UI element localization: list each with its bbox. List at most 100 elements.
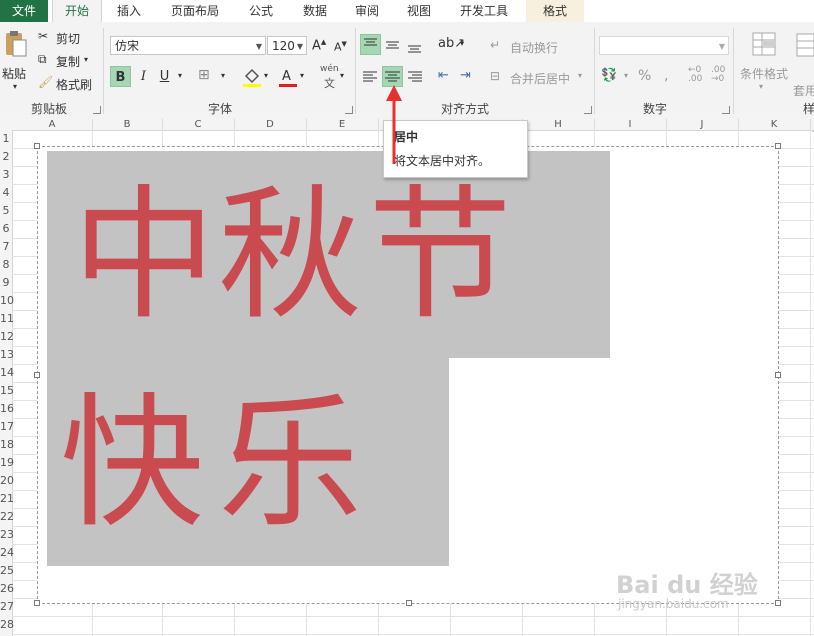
row-header[interactable]: 13: [0, 346, 14, 364]
tab-file[interactable]: 文件: [0, 0, 48, 22]
decrease-font-icon[interactable]: A▼: [334, 40, 347, 54]
column-header-h[interactable]: H: [522, 119, 595, 130]
decrease-decimal-icon[interactable]: .00 →0: [711, 66, 725, 84]
merge-center-button[interactable]: 合并后居中: [510, 70, 570, 87]
conditional-format-button[interactable]: 条件格式: [740, 65, 788, 82]
conditional-format-icon[interactable]: [750, 30, 778, 58]
row-header[interactable]: 15: [0, 382, 14, 400]
resize-handle[interactable]: [34, 372, 40, 378]
format-painter-icon[interactable]: 🖌: [38, 75, 53, 89]
cut-icon[interactable]: ✂: [38, 29, 48, 43]
table-format-icon[interactable]: [795, 32, 814, 58]
phonetic-icon[interactable]: wén: [320, 64, 339, 74]
cut-button[interactable]: 剪切: [56, 30, 80, 47]
align-left-button[interactable]: [360, 66, 381, 87]
table-format-button[interactable]: 套用表格格式: [793, 82, 814, 99]
font-launcher-icon[interactable]: [345, 106, 353, 114]
resize-handle[interactable]: [34, 143, 40, 149]
row-header[interactable]: 9: [0, 274, 12, 292]
row-header[interactable]: 2: [0, 148, 12, 166]
row-header[interactable]: 20: [0, 472, 14, 490]
tab-review[interactable]: 审阅: [342, 0, 392, 22]
row-header[interactable]: 8: [0, 256, 12, 274]
column-header-e[interactable]: E: [306, 119, 379, 130]
row-header[interactable]: 22: [0, 508, 14, 526]
font-color-icon[interactable]: A: [278, 66, 298, 88]
row-header[interactable]: 7: [0, 238, 12, 256]
accounting-dropdown-icon[interactable]: ▾: [624, 71, 628, 80]
row-header[interactable]: 27: [0, 598, 14, 616]
row-header[interactable]: 18: [0, 436, 14, 454]
row-header[interactable]: 4: [0, 184, 12, 202]
row-header[interactable]: 25: [0, 562, 14, 580]
underline-button[interactable]: U: [154, 66, 175, 87]
paste-icon[interactable]: [3, 30, 27, 58]
row-header[interactable]: 16: [0, 400, 14, 418]
row-header[interactable]: 28: [0, 616, 14, 634]
resize-handle[interactable]: [775, 372, 781, 378]
fill-color-icon[interactable]: [242, 66, 262, 88]
paste-button[interactable]: 粘贴: [2, 65, 26, 82]
resize-handle[interactable]: [775, 143, 781, 149]
column-header-k[interactable]: K: [738, 119, 811, 130]
fill-color-dropdown-icon[interactable]: ▾: [264, 71, 268, 80]
format-painter-button[interactable]: 格式刷: [56, 76, 92, 93]
middle-align-button[interactable]: [382, 34, 403, 55]
orientation-dropdown-icon[interactable]: ▾: [460, 39, 464, 48]
percent-button[interactable]: %: [638, 68, 651, 84]
selected-picture[interactable]: 中 秋 节 快 乐: [34, 143, 781, 606]
column-header-a[interactable]: A: [12, 119, 93, 130]
row-header[interactable]: 12: [0, 328, 14, 346]
row-header[interactable]: 5: [0, 202, 12, 220]
copy-dropdown-icon[interactable]: ▾: [84, 55, 88, 64]
tab-data[interactable]: 数据: [290, 0, 340, 22]
column-header-j[interactable]: J: [666, 119, 739, 130]
font-size-combo[interactable]: 120 ▼: [267, 36, 307, 55]
row-header[interactable]: 17: [0, 418, 14, 436]
border-icon[interactable]: ⊞: [198, 67, 210, 83]
increase-indent-icon[interactable]: ⇥: [460, 68, 471, 83]
resize-handle[interactable]: [775, 600, 781, 606]
underline-dropdown-icon[interactable]: ▾: [178, 71, 182, 80]
column-header-c[interactable]: C: [162, 119, 235, 130]
wrap-text-button[interactable]: 自动换行: [510, 39, 558, 56]
conditional-dropdown-icon[interactable]: ▾: [759, 82, 763, 91]
number-format-combo[interactable]: ▼: [599, 36, 729, 55]
tab-developer[interactable]: 开发工具: [450, 0, 518, 22]
alignment-launcher-icon[interactable]: [584, 106, 592, 114]
row-header[interactable]: 6: [0, 220, 12, 238]
row-header[interactable]: 23: [0, 526, 14, 544]
row-header[interactable]: 24: [0, 544, 14, 562]
resize-handle[interactable]: [34, 600, 40, 606]
row-header[interactable]: 21: [0, 490, 14, 508]
tab-page-layout[interactable]: 页面布局: [160, 0, 230, 22]
top-align-button[interactable]: [360, 34, 381, 55]
tab-format[interactable]: 格式: [526, 0, 584, 22]
decrease-indent-icon[interactable]: ⇤: [438, 68, 449, 83]
border-dropdown-icon[interactable]: ▾: [221, 71, 225, 80]
bold-button[interactable]: B: [110, 66, 131, 87]
copy-button[interactable]: 复制: [56, 53, 80, 70]
paste-dropdown-icon[interactable]: ▾: [13, 82, 17, 91]
increase-font-icon[interactable]: A▲: [312, 38, 326, 53]
column-header-d[interactable]: D: [234, 119, 307, 130]
row-header[interactable]: 1: [0, 130, 12, 148]
resize-handle[interactable]: [406, 600, 412, 606]
font-color-dropdown-icon[interactable]: ▾: [300, 71, 304, 80]
accounting-format-icon[interactable]: 💱: [601, 68, 617, 83]
clipboard-launcher-icon[interactable]: [93, 106, 101, 114]
column-header-i[interactable]: I: [594, 119, 667, 130]
bottom-align-button[interactable]: [404, 34, 425, 55]
row-header[interactable]: 3: [0, 166, 12, 184]
comma-style-icon[interactable]: ,: [664, 68, 668, 84]
italic-button[interactable]: I: [133, 66, 154, 87]
copy-icon[interactable]: ⧉: [38, 52, 47, 67]
merge-dropdown-icon[interactable]: ▾: [578, 71, 582, 80]
number-launcher-icon[interactable]: [722, 106, 730, 114]
tab-formulas[interactable]: 公式: [236, 0, 286, 22]
increase-decimal-icon[interactable]: ←0.00: [688, 66, 702, 84]
phonetic-dropdown-icon[interactable]: ▾: [340, 71, 344, 80]
font-name-combo[interactable]: 仿宋 ▼: [110, 36, 266, 55]
row-header[interactable]: 26: [0, 580, 14, 598]
row-header[interactable]: 11: [0, 310, 14, 328]
